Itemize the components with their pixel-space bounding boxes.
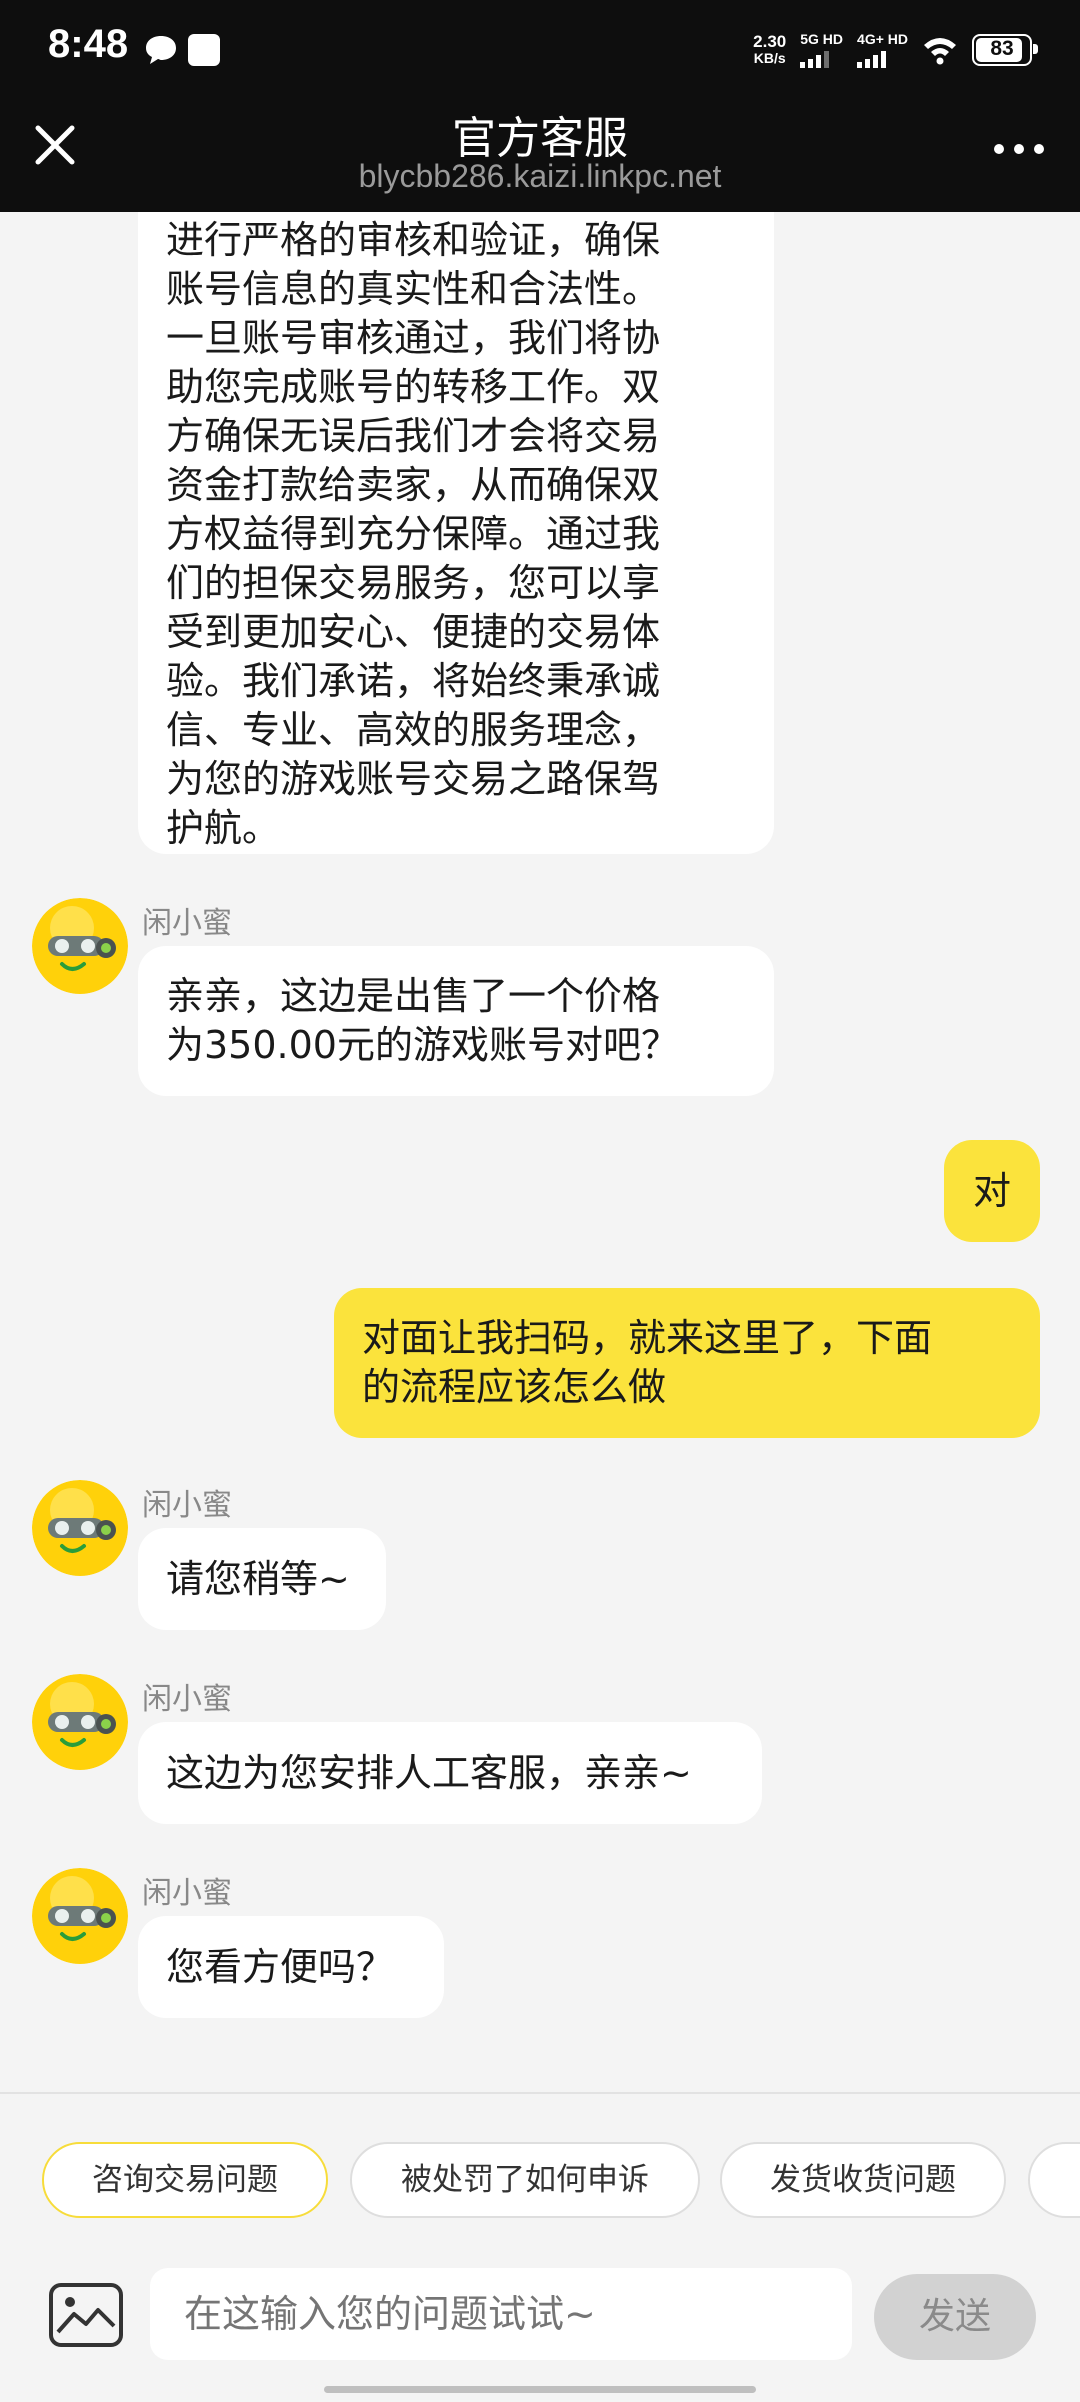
- chat-area[interactable]: 进行严格的审核和验证，确保 账号信息的真实性和合法性。 一旦账号审核通过，我们将…: [0, 212, 1080, 2092]
- sim2-signal: 4G+ HD: [857, 32, 908, 68]
- avatar[interactable]: [32, 1674, 128, 1770]
- status-right: 2.30 KB/s 5G HD 4G+ HD 83: [753, 28, 1038, 72]
- wifi-icon: [924, 38, 956, 65]
- quick-reply-bar[interactable]: 咨询交易问题 被处罚了如何申诉 发货收货问题: [0, 2142, 1080, 2222]
- square-notification-icon: [188, 34, 220, 66]
- page-subtitle-url: blycbb286.kaizi.linkpc.net: [358, 158, 722, 194]
- quick-reply-trade-question[interactable]: 咨询交易问题: [42, 2142, 328, 2218]
- message-input[interactable]: [150, 2268, 852, 2360]
- avatar[interactable]: [32, 898, 128, 994]
- message-bubble-left: 亲亲，这边是出售了一个价格 为350.00元的游戏账号对吧？: [138, 946, 774, 1096]
- message-bubble-right: 对面让我扫码，就来这里了，下面 的流程应该怎么做: [334, 1288, 1040, 1438]
- sender-name: 闲小蜜: [142, 1682, 232, 1717]
- net-speed: 2.30 KB/s: [753, 32, 787, 66]
- message-bubble-left: 这边为您安排人工客服，亲亲~: [138, 1722, 762, 1824]
- top-bar: 8:48 2.30 KB/s 5G HD 4G+ HD 83 官方客服 blyc…: [0, 0, 1080, 212]
- avatar[interactable]: [32, 1868, 128, 1964]
- bottom-panel: 咨询交易问题 被处罚了如何申诉 发货收货问题 发送: [0, 2092, 1080, 2402]
- image-upload-icon[interactable]: [48, 2282, 124, 2348]
- sender-name: 闲小蜜: [142, 1876, 232, 1911]
- send-button[interactable]: 发送: [874, 2274, 1036, 2360]
- sim1-signal: 5G HD: [800, 32, 843, 68]
- message-bubble-left: 请您稍等~: [138, 1528, 386, 1630]
- status-bar: 8:48 2.30 KB/s 5G HD 4G+ HD 83: [0, 0, 1080, 100]
- quick-reply-more[interactable]: [1028, 2142, 1080, 2218]
- battery-icon: 83: [972, 34, 1038, 66]
- more-icon[interactable]: [994, 144, 1044, 154]
- sender-name: 闲小蜜: [142, 1488, 232, 1523]
- home-indicator[interactable]: [324, 2386, 756, 2393]
- quick-reply-shipping[interactable]: 发货收货问题: [720, 2142, 1006, 2218]
- message-bubble-right: 对: [944, 1140, 1040, 1242]
- page-title: 官方客服: [452, 113, 628, 164]
- message-bubble-left: 进行严格的审核和验证，确保 账号信息的真实性和合法性。 一旦账号审核通过，我们将…: [138, 212, 774, 854]
- quick-reply-appeal[interactable]: 被处罚了如何申诉: [350, 2142, 700, 2218]
- sender-name: 闲小蜜: [142, 906, 232, 941]
- status-time: 8:48: [48, 22, 129, 66]
- chat-bubble-icon: [146, 36, 176, 64]
- header: 官方客服 blycbb286.kaizi.linkpc.net: [0, 100, 1080, 212]
- message-bubble-left: 您看方便吗？: [138, 1916, 444, 2018]
- avatar[interactable]: [32, 1480, 128, 1576]
